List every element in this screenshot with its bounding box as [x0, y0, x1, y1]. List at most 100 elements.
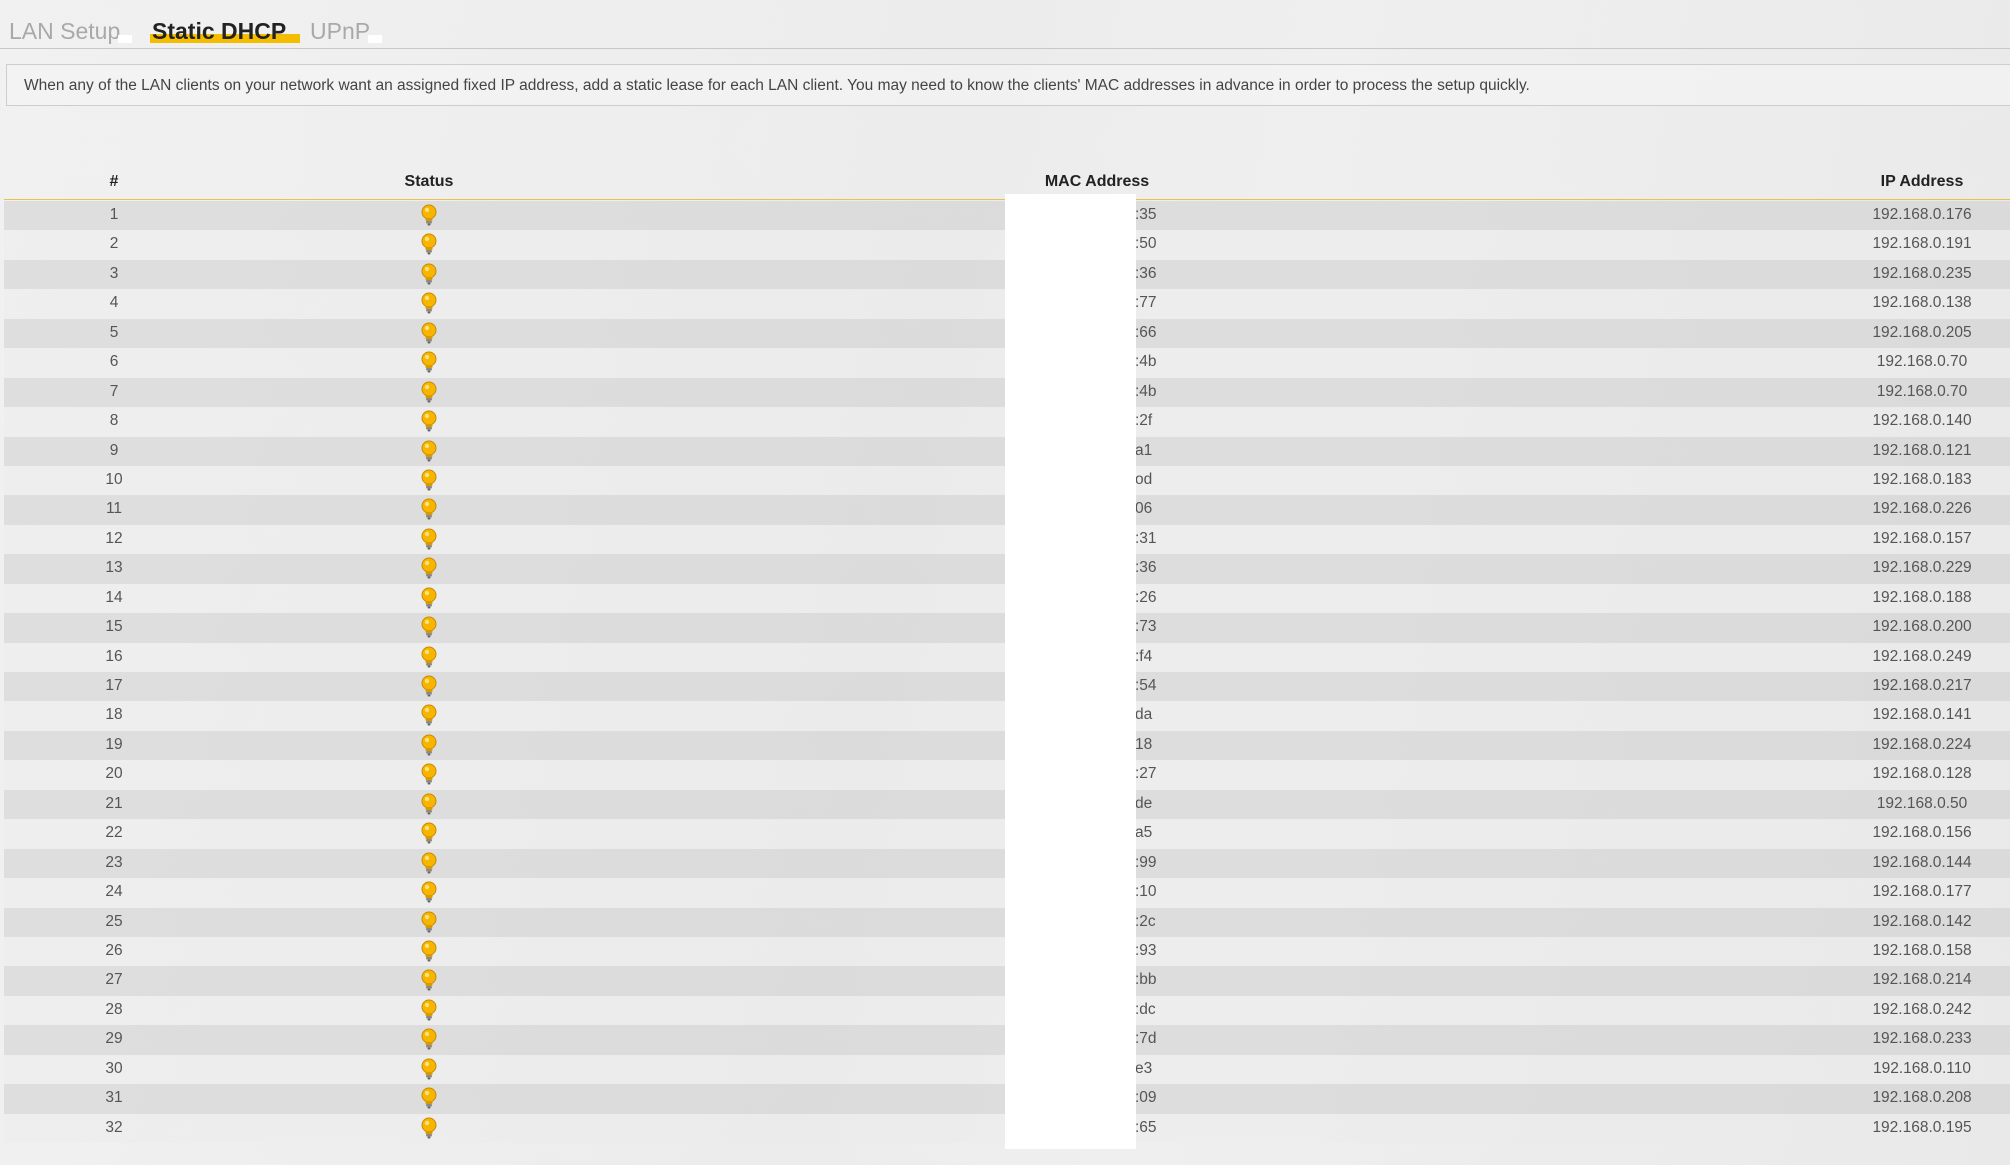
mac-address: :7d — [1135, 1030, 1157, 1048]
status-cell — [329, 734, 529, 763]
row-num: 32 — [105, 1118, 123, 1136]
mac-address: :f4 — [1135, 647, 1153, 665]
lightbulb-icon — [421, 675, 437, 697]
status-cell — [329, 1087, 529, 1116]
status-cell — [329, 822, 529, 851]
ip-address: 192.168.0.121 — [1872, 441, 1972, 459]
tab-lan-setup-label: LAN Setup — [9, 18, 121, 44]
row-num: 12 — [105, 529, 123, 547]
lightbulb-icon — [421, 940, 437, 962]
row-num: 24 — [105, 883, 123, 901]
row-num: 1 — [109, 206, 119, 223]
status-cell — [329, 999, 529, 1028]
ip-address: 192.168.0.177 — [1872, 883, 1972, 901]
mac-address: :93 — [1135, 941, 1157, 959]
lightbulb-icon — [421, 616, 437, 638]
status-cell — [329, 940, 529, 969]
ip-address: 192.168.0.188 — [1872, 588, 1972, 606]
ip-address: 192.168.0.140 — [1872, 412, 1972, 430]
ip-address: 192.168.0.249 — [1872, 647, 1972, 665]
status-cell — [329, 616, 529, 645]
lightbulb-icon — [421, 704, 437, 726]
ip-address: 192.168.0.50 — [1876, 794, 1968, 812]
header-ip: IP Address — [1880, 173, 1964, 190]
row-num: 18 — [105, 706, 123, 724]
lightbulb-icon — [421, 734, 437, 756]
lightbulb-icon — [421, 587, 437, 609]
tab-upnp[interactable]: UPnP — [310, 18, 383, 45]
status-cell — [329, 322, 529, 351]
lightbulb-icon — [421, 969, 437, 991]
ip-address: 192.168.0.205 — [1872, 323, 1972, 341]
lightbulb-icon — [421, 557, 437, 579]
lightbulb-icon — [421, 381, 437, 403]
row-num: 31 — [105, 1089, 123, 1107]
tab-lan-setup[interactable]: LAN Setup — [9, 18, 133, 45]
ip-address: 192.168.0.191 — [1872, 235, 1972, 253]
ip-address: 192.168.0.242 — [1872, 1000, 1972, 1018]
tab-upnp-label: UPnP — [310, 18, 371, 44]
row-num: 27 — [105, 971, 123, 989]
status-cell — [329, 1058, 529, 1087]
mac-address: :31 — [1135, 529, 1157, 547]
ip-address: 192.168.0.208 — [1872, 1089, 1972, 1107]
ip-address: 192.168.0.158 — [1872, 941, 1972, 959]
mac-address: :26 — [1135, 588, 1157, 606]
mac-address: :65 — [1135, 1118, 1157, 1136]
lightbulb-icon — [421, 1117, 437, 1139]
row-num: 21 — [105, 794, 123, 812]
row-num: 5 — [109, 323, 119, 341]
mac-address: :dc — [1135, 1000, 1156, 1018]
lightbulb-icon — [421, 263, 437, 285]
status-cell — [329, 233, 529, 262]
header-status: Status — [404, 173, 454, 190]
ip-address: 192.168.0.183 — [1872, 470, 1972, 488]
status-cell — [329, 675, 529, 704]
mac-address: :73 — [1135, 618, 1157, 636]
mac-address: de — [1135, 794, 1153, 812]
lightbulb-icon — [421, 911, 437, 932]
mac-address: da — [1135, 706, 1153, 724]
mac-address: :2c — [1135, 912, 1156, 930]
status-cell — [329, 410, 529, 439]
ip-address: 192.168.0.128 — [1872, 765, 1972, 783]
status-cell — [329, 351, 529, 380]
lightbulb-icon — [421, 999, 437, 1021]
ip-address: 192.168.0.70 — [1876, 382, 1968, 400]
row-num: 13 — [105, 559, 123, 577]
tab-static-dhcp[interactable]: Static DHCP — [150, 18, 301, 45]
mac-address: :66 — [1135, 323, 1157, 341]
ip-address: 192.168.0.200 — [1872, 618, 1972, 636]
ip-address: 192.168.0.224 — [1872, 735, 1972, 753]
row-num: 10 — [105, 470, 123, 488]
lightbulb-icon — [421, 763, 437, 785]
lightbulb-icon — [421, 1058, 437, 1080]
status-cell — [329, 263, 529, 292]
mac-address: :50 — [1135, 235, 1157, 253]
lightbulb-icon — [421, 528, 437, 550]
lightbulb-icon — [421, 1087, 437, 1109]
status-cell — [329, 292, 529, 321]
row-num: 14 — [105, 588, 123, 606]
status-cell — [329, 969, 529, 998]
status-cell — [329, 646, 529, 675]
mac-address: od — [1135, 470, 1153, 488]
row-num: 22 — [105, 824, 123, 842]
lightbulb-icon — [421, 646, 437, 668]
status-cell — [329, 852, 529, 881]
lightbulb-icon — [421, 1028, 437, 1050]
mac-address: :bb — [1135, 971, 1157, 989]
mac-address: :2f — [1135, 412, 1153, 430]
row-num: 8 — [109, 412, 119, 430]
status-cell — [329, 528, 529, 557]
lightbulb-icon — [421, 440, 437, 461]
row-num: 3 — [109, 264, 119, 282]
status-cell — [329, 763, 529, 792]
mac-address: 06 — [1135, 500, 1153, 518]
mac-address: a1 — [1135, 441, 1153, 459]
lightbulb-icon — [421, 498, 437, 520]
ip-address: 192.168.0.226 — [1872, 500, 1972, 518]
lightbulb-icon — [421, 204, 437, 226]
header-mac: MAC Address — [1044, 173, 1150, 190]
info-notice: When any of the LAN clients on your netw… — [6, 64, 2010, 106]
